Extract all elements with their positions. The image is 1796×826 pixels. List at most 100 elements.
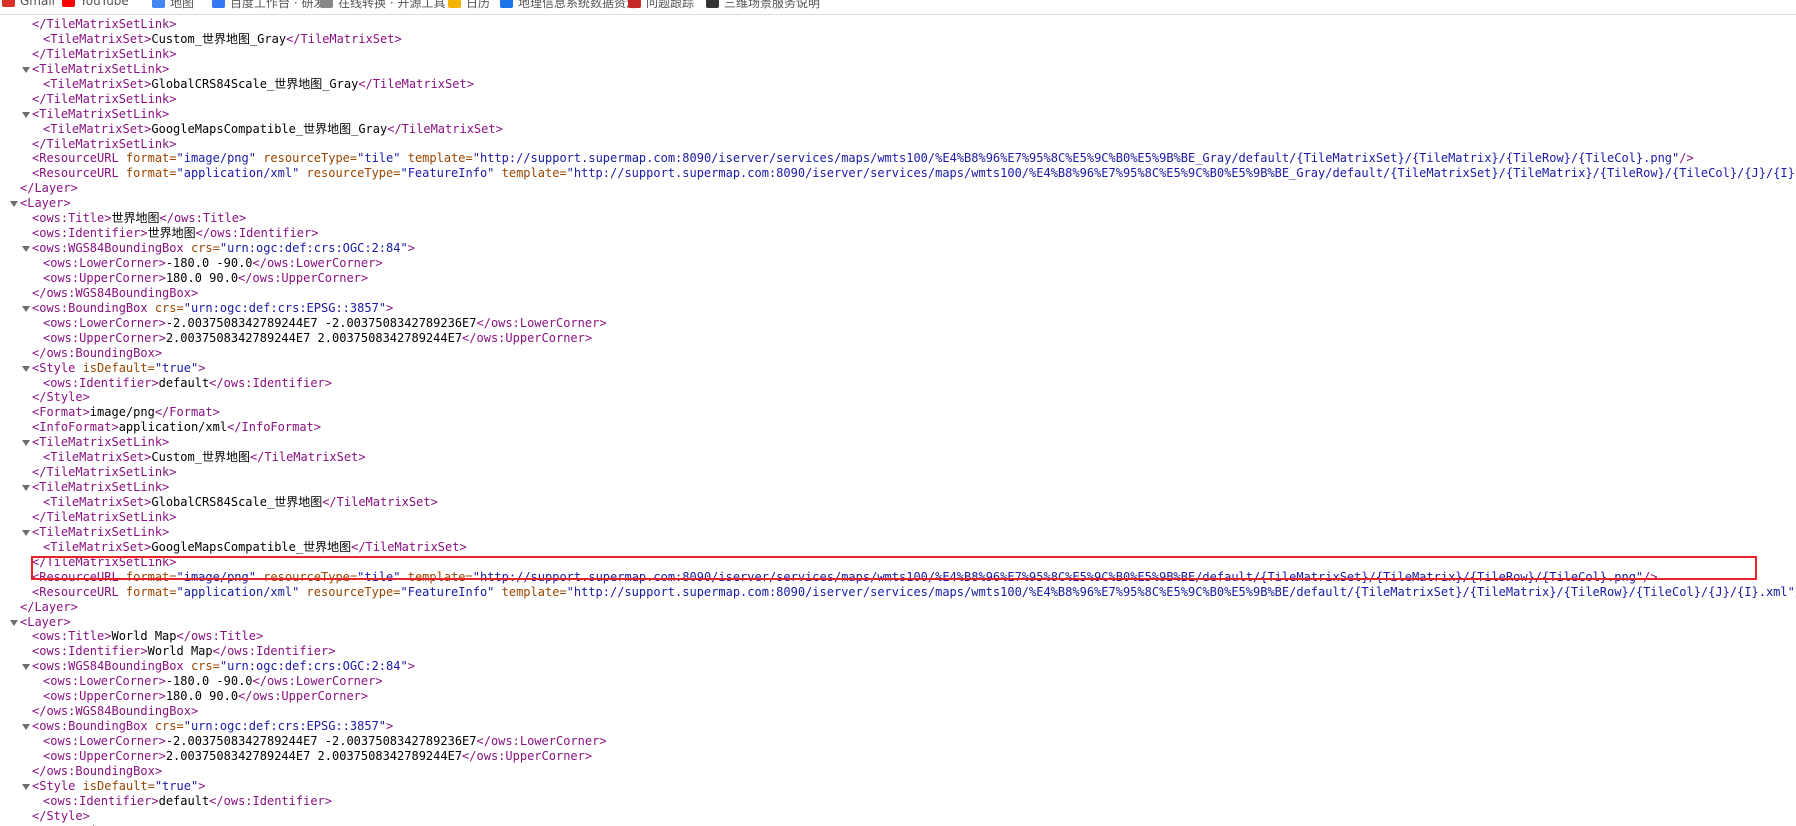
xml-tag: <ows:Identifier> — [43, 793, 159, 808]
xml-tag: <ows:WGS84BoundingBox — [32, 241, 191, 256]
xml-line-highlighted: <ResourceURL format="image/png" resource… — [0, 570, 1796, 585]
xml-tag: </ows:UpperCorner> — [238, 689, 369, 704]
xml-tag: <ows:Title> — [32, 211, 112, 226]
xml-attr-name: crs= — [154, 300, 184, 315]
bookmark-1[interactable]: YouTube — [62, 0, 129, 8]
xml-tag: <ows:WGS84BoundingBox — [32, 659, 191, 674]
xml-text: 世界地图 — [111, 211, 160, 226]
xml-tag: <ows:Identifier> — [32, 226, 148, 241]
xml-tag: </Layer> — [20, 181, 78, 196]
xml-tag: <TileMatrixSet> — [43, 76, 152, 91]
xml-line: <TileMatrixSet>GlobalCRS84Scale_世界地图</Ti… — [0, 495, 1796, 510]
collapse-toggle-icon[interactable] — [10, 619, 18, 626]
collapse-toggle-icon[interactable] — [22, 365, 30, 372]
bookmark-0[interactable]: Gmail — [2, 0, 55, 8]
xml-tag: > — [407, 659, 415, 674]
xml-text: -2.0037508342789244E7 -2.003750834278923… — [165, 734, 477, 748]
xml-attr-name: format= — [125, 166, 177, 181]
xml-tag: </ows:Identifier> — [209, 375, 332, 390]
xml-tag: </ows:Identifier> — [212, 644, 336, 659]
xml-line: <TileMatrixSet>GlobalCRS84Scale_世界地图_Gra… — [0, 77, 1796, 92]
collapse-toggle-icon[interactable] — [22, 66, 30, 73]
xml-tag: </Style> — [32, 808, 90, 823]
xml-attr-name: resourceType= — [255, 569, 358, 584]
collapse-toggle-icon[interactable] — [22, 724, 30, 731]
bookmark-2[interactable]: 地图 — [152, 0, 194, 11]
xml-tag: <ows:Identifier> — [43, 375, 159, 390]
xml-text: 2.0037508342789244E7 2.0037508342789244E… — [165, 330, 463, 345]
collapse-toggle-icon[interactable] — [22, 246, 30, 253]
xml-attr-value: "true" — [154, 778, 199, 793]
xml-tag: <ows:UpperCorner> — [43, 748, 166, 763]
xml-tag: <ows:LowerCorner> — [43, 734, 166, 748]
collapse-toggle-icon[interactable] — [22, 440, 30, 447]
xml-tag: <ResourceURL — [32, 151, 126, 166]
xml-tag: <ows:LowerCorner> — [43, 315, 166, 330]
xml-line: <Layer> — [0, 196, 1796, 211]
xml-line: <ows:Identifier>default</ows:Identifier> — [0, 794, 1796, 809]
xml-attr-name: format= — [125, 151, 177, 166]
xml-line: </Style> — [0, 809, 1796, 824]
xml-attr-value: "application/xml" — [176, 584, 300, 599]
xml-attr-value: "image/png" — [176, 569, 256, 584]
xml-tag: <TileMatrixSetLink> — [32, 480, 170, 495]
xml-tag: <ows:UpperCorner> — [43, 270, 166, 285]
bookmark-8[interactable]: 三维场景服务说明 — [706, 0, 820, 11]
xml-line: <ResourceURL format="application/xml" re… — [0, 585, 1796, 600]
xml-line: <TileMatrixSetLink> — [0, 107, 1796, 122]
xml-tag: <ows:Title> — [32, 629, 112, 644]
xml-tag: <ows:UpperCorner> — [43, 330, 166, 345]
xml-text: Custom_世界地图 — [151, 450, 250, 465]
xml-text: Custom_世界地图_Gray — [151, 31, 287, 46]
xml-tag: <Layer> — [20, 614, 71, 629]
xml-tag: </ows:Identifier> — [209, 793, 332, 808]
xml-tag: <Format> — [32, 405, 90, 420]
xml-tag: </ows:Identifier> — [195, 226, 319, 241]
collapse-toggle-icon[interactable] — [22, 783, 30, 790]
collapse-toggle-icon[interactable] — [22, 305, 30, 312]
xml-line: </ows:WGS84BoundingBox> — [0, 286, 1796, 301]
xml-line: <ows:LowerCorner>-2.0037508342789244E7 -… — [0, 734, 1796, 749]
collapse-toggle-icon[interactable] — [22, 485, 30, 492]
xml-tag: <Style — [32, 778, 83, 793]
collapse-toggle-icon[interactable] — [22, 529, 30, 536]
xml-line: </TileMatrixSetLink> — [0, 465, 1796, 480]
xml-attr-name: template= — [400, 151, 473, 166]
xml-text: 2.0037508342789244E7 2.0037508342789244E… — [165, 748, 463, 763]
xml-text: GlobalCRS84Scale_世界地图 — [151, 495, 323, 509]
xml-attr-name: isDefault= — [82, 360, 155, 375]
bookmark-label: 三维场景服务说明 — [724, 0, 821, 10]
bookmark-4[interactable]: 在线转换 · 开源工具 — [320, 0, 445, 11]
bookmark-icon — [500, 0, 513, 8]
xml-tag: </ows:Title> — [176, 629, 264, 644]
xml-tag: <TileMatrixSetLink> — [32, 435, 170, 450]
xml-line: <TileMatrixSetLink> — [0, 435, 1796, 450]
xml-tag: /> — [1643, 569, 1658, 584]
xml-line: </TileMatrixSetLink> — [0, 47, 1796, 62]
collapse-toggle-icon[interactable] — [22, 111, 30, 118]
xml-line: </ows:BoundingBox> — [0, 764, 1796, 779]
xml-tag: <TileMatrixSet> — [43, 31, 152, 46]
xml-line: <ResourceURL format="application/xml" re… — [0, 166, 1796, 181]
xml-text: -180.0 -90.0 — [165, 674, 253, 689]
bookmark-label: YouTube — [80, 0, 129, 8]
bookmark-label: 地图 — [170, 0, 195, 10]
xml-tag: </ows:UpperCorner> — [462, 748, 593, 763]
bookmark-7[interactable]: 问题跟踪 — [628, 0, 694, 11]
xml-attr-value: "urn:ogc:def:crs:EPSG::3857" — [183, 300, 387, 315]
collapse-toggle-icon[interactable] — [10, 201, 18, 208]
xml-attr-name: crs= — [154, 719, 184, 734]
xml-text: World Map — [147, 644, 213, 659]
xml-tag: </ows:LowerCorner> — [476, 315, 607, 330]
collapse-toggle-icon[interactable] — [22, 664, 30, 671]
xml-line: </TileMatrixSetLink> — [0, 137, 1796, 152]
bookmark-label: 在线转换 · 开源工具 — [338, 0, 446, 10]
bookmark-5[interactable]: 日历 — [448, 0, 490, 11]
bookmark-6[interactable]: 地理信息系统数据资源 — [500, 0, 638, 11]
xml-tag: </ows:UpperCorner> — [462, 330, 593, 345]
xml-attr-value: "application/xml" — [176, 166, 300, 181]
xml-line: </ows:BoundingBox> — [0, 346, 1796, 361]
xml-tag: </TileMatrixSetLink> — [32, 554, 177, 569]
bookmark-3[interactable]: 百度工作台 · 研发 — [212, 0, 325, 11]
xml-viewer: </TileMatrixSetLink> <TileMatrixSet>Custo… — [0, 17, 1796, 826]
